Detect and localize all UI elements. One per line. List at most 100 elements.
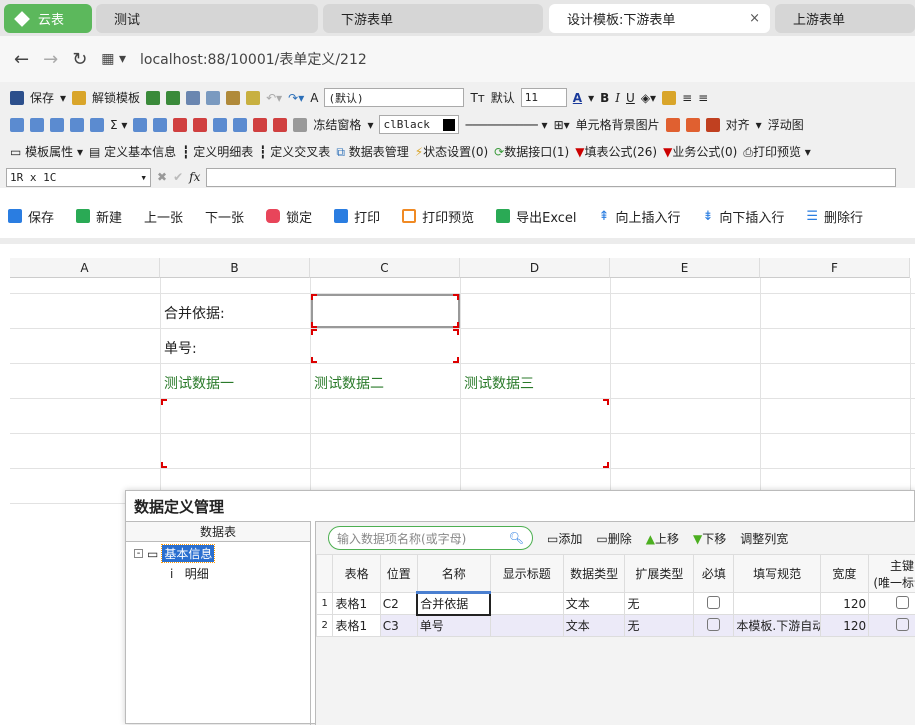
col-required[interactable]: 必填 — [694, 555, 734, 593]
col-header-b[interactable]: B — [160, 258, 310, 278]
search-icon[interactable]: 🔍︎ — [509, 531, 524, 545]
prev-button[interactable]: 上一张 — [144, 207, 183, 226]
border-icon[interactable]: ⊞▾ — [554, 118, 570, 132]
copy-icon[interactable] — [206, 91, 220, 105]
col-name[interactable]: 名称 — [417, 555, 490, 593]
merge-icon[interactable] — [90, 118, 104, 132]
back-icon[interactable]: ← — [14, 49, 29, 70]
font-select[interactable]: (默认) — [324, 88, 464, 107]
col-header-c[interactable]: C — [310, 258, 460, 278]
grid-icon[interactable] — [30, 118, 44, 132]
insert-col-icon[interactable] — [213, 118, 227, 132]
confirm-icon[interactable]: ✔ — [173, 170, 183, 184]
tab-test[interactable]: 测试 — [96, 4, 318, 33]
table-row[interactable]: 2 表格1 C3 单号 文本 无 本模板.下游自动 120 — [317, 615, 915, 637]
required-checkbox[interactable] — [707, 618, 720, 631]
reload-icon[interactable]: ↻ — [72, 49, 87, 70]
data-table-manage-button[interactable]: ⧉ 数据表管理 — [336, 143, 408, 160]
excel-import-icon[interactable] — [146, 91, 160, 105]
tab-downstream[interactable]: 下游表单 — [323, 4, 543, 33]
cell-b4[interactable]: 测试数据一 — [164, 373, 234, 393]
unlock-template-button[interactable]: 解锁模板 — [92, 89, 140, 106]
home-tab[interactable]: 云表 — [4, 4, 92, 33]
data-interface-button[interactable]: ⟳数据接口(1) — [494, 143, 569, 160]
bold-icon[interactable]: B — [600, 91, 609, 105]
col-ext-type[interactable]: 扩展类型 — [625, 555, 694, 593]
rows-icon[interactable] — [50, 118, 64, 132]
font-size-select[interactable]: 11 — [521, 88, 567, 107]
print-button[interactable]: 打印 — [334, 207, 380, 226]
float-image-button[interactable]: 浮动图 — [768, 116, 804, 133]
move-up-button[interactable]: ▲上移 — [646, 530, 679, 547]
insert-row-above-icon[interactable] — [153, 118, 167, 132]
cut-icon[interactable] — [186, 91, 200, 105]
delete-col-icon[interactable] — [253, 118, 267, 132]
cell-c4[interactable]: 测试数据二 — [314, 373, 384, 393]
undo-icon[interactable]: ↶▾ — [266, 91, 282, 105]
add-image-icon[interactable] — [666, 118, 680, 132]
insert-row-below-button[interactable]: ⇟向下插入行 — [702, 207, 784, 226]
cell-d4[interactable]: 测试数据三 — [464, 373, 534, 393]
lock-icon[interactable] — [72, 91, 86, 105]
forward-icon[interactable]: → — [43, 49, 58, 70]
tree-node-basic-info[interactable]: -▭基本信息 — [134, 545, 214, 562]
col-data-type[interactable]: 数据类型 — [563, 555, 625, 593]
move-down-button[interactable]: ▼下移 — [693, 530, 726, 547]
lock-button[interactable]: 锁定 — [266, 207, 312, 226]
underline-icon[interactable]: U — [626, 91, 635, 105]
primary-key-checkbox[interactable] — [896, 596, 909, 609]
color-select[interactable]: clBlack — [379, 115, 459, 134]
col-table[interactable]: 表格 — [333, 555, 380, 593]
excel-export-icon[interactable] — [166, 91, 180, 105]
align-icon[interactable] — [706, 118, 720, 132]
save-icon[interactable] — [10, 91, 24, 105]
print-preview-button[interactable]: ⎙打印预览 ▾ — [743, 143, 810, 160]
insert-col-right-icon[interactable] — [233, 118, 247, 132]
col-position[interactable]: 位置 — [380, 555, 417, 593]
delete-row-icon[interactable] — [173, 118, 187, 132]
export-excel-button[interactable]: 导出Excel — [496, 207, 576, 226]
col-width[interactable]: 宽度 — [820, 555, 868, 593]
template-props-menu[interactable]: ▭ 模板属性 ▾ — [10, 143, 83, 160]
col-header-d[interactable]: D — [460, 258, 610, 278]
italic-icon[interactable]: I — [615, 91, 620, 105]
align-center-icon[interactable]: ≡ — [698, 91, 708, 105]
percent-icon[interactable] — [293, 118, 307, 132]
delete-cols-icon[interactable] — [273, 118, 287, 132]
table-row[interactable]: 1 表格1 C2 合并依据 文本 无 120 — [317, 593, 915, 615]
cell-bg-image-button[interactable]: 单元格背景图片 — [576, 116, 660, 133]
delete-rows-icon[interactable] — [193, 118, 207, 132]
sum-icon[interactable]: Σ ▾ — [110, 118, 127, 132]
tab-upstream[interactable]: 上游表单 — [775, 4, 915, 33]
cell-ref-select[interactable]: 1R x 1C▾ — [6, 168, 151, 187]
define-basic-info-button[interactable]: ▤ 定义基本信息 — [89, 143, 176, 160]
print-preview-button[interactable]: 打印预览 — [402, 207, 474, 226]
add-button[interactable]: ▭添加 — [547, 530, 582, 547]
cancel-icon[interactable]: ✖ — [157, 170, 167, 184]
format-painter-icon[interactable] — [246, 91, 260, 105]
tree-node-detail[interactable]: i 明细 — [170, 565, 209, 582]
url-field[interactable]: localhost:88/10001/表单定义/212 — [140, 49, 367, 69]
line-style-select[interactable]: ────────── ▾ — [465, 118, 547, 132]
primary-key-checkbox[interactable] — [896, 618, 909, 631]
font-color-icon[interactable]: A — [573, 91, 582, 105]
define-cross-table-button[interactable]: ┇ 定义交叉表 — [259, 143, 330, 160]
save-menu[interactable]: 保存 — [30, 89, 54, 106]
align-menu[interactable]: 对齐 — [726, 116, 750, 133]
collapse-icon[interactable]: - — [134, 549, 143, 558]
fill-formula-button[interactable]: ▼填表公式(26) — [575, 143, 657, 160]
remove-image-icon[interactable] — [686, 118, 700, 132]
redo-icon[interactable]: ↷▾ — [288, 91, 304, 105]
col-header-a[interactable]: A — [10, 258, 160, 278]
fill-color-icon[interactable]: ◈▾ — [641, 91, 656, 105]
delete-button[interactable]: ▭删除 — [596, 530, 631, 547]
name-cell-editing[interactable]: 合并依据 — [417, 593, 490, 615]
save-button[interactable]: 保存 — [8, 207, 54, 226]
business-formula-button[interactable]: ▼业务公式(0) — [663, 143, 737, 160]
status-settings-button[interactable]: ⚡状态设置(0) — [415, 143, 488, 160]
freeze-panes-menu[interactable]: 冻结窗格 — [313, 116, 361, 133]
cell-b2[interactable]: 合并依据: — [164, 303, 225, 323]
col-fill-rule[interactable]: 填写规范 — [734, 555, 820, 593]
col-header-f[interactable]: F — [760, 258, 910, 278]
tab-design-template[interactable]: 设计模板:下游表单× — [549, 4, 770, 33]
